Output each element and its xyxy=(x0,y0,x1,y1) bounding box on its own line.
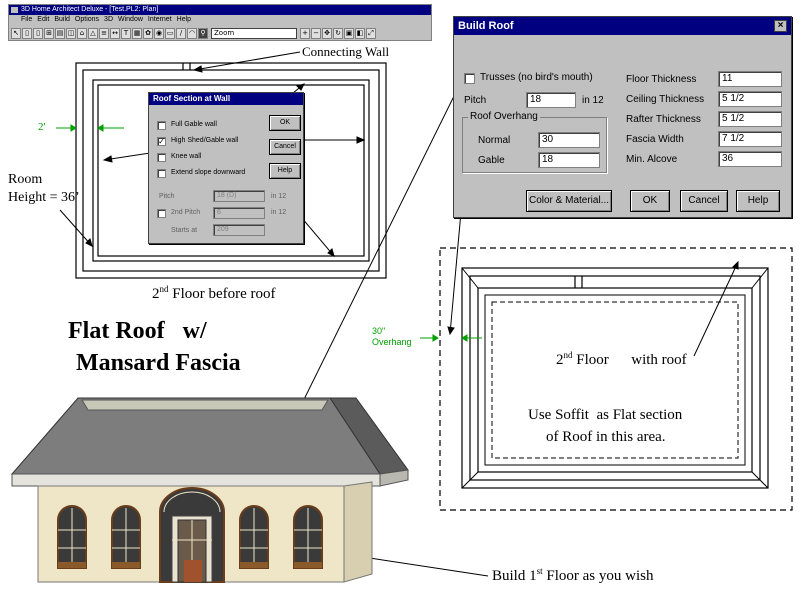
roof-section-dialog: Roof Section at Wall Full Gable wall ✓ H… xyxy=(148,92,304,244)
soffit-note-line2: of Roof in this area. xyxy=(546,429,666,445)
high-shed-label: High Shed/Gable wall xyxy=(171,137,239,144)
heading-flat-roof: Flat Roof w/ xyxy=(68,318,207,344)
roof-flat-top xyxy=(81,399,329,411)
extend-slope-label: Extend slope downward xyxy=(171,169,246,176)
ok-button[interactable]: OK xyxy=(269,115,301,131)
ok-button[interactable]: OK xyxy=(630,190,670,212)
second-pitch-unit: in 12 xyxy=(271,209,287,216)
floor-with-roof-text: Floor with roof xyxy=(572,352,687,368)
second-pitch-field[interactable]: 6 xyxy=(213,207,265,219)
build-first-floor-text: Floor as you wish xyxy=(542,568,654,584)
rafter-thickness-label: Rafter Thickness xyxy=(626,114,701,125)
knee-wall-label: Knee wall xyxy=(171,153,202,160)
pitch-label: Pitch xyxy=(159,193,175,200)
floor-before-roof-text: Floor before roof xyxy=(168,286,276,302)
connecting-wall-label: Connecting Wall xyxy=(302,44,390,59)
pitch-label: Pitch xyxy=(464,95,487,106)
extend-slope-checkbox[interactable] xyxy=(157,169,166,178)
starts-at-field[interactable]: 209 xyxy=(213,224,265,236)
min-alcove-field[interactable]: 36 xyxy=(718,151,782,167)
room-label: Room xyxy=(8,172,43,187)
min-alcove-label: Min. Alcove xyxy=(626,154,678,165)
heading-mansard-fascia: Mansard Fascia xyxy=(76,350,241,376)
soffit-note-line1: Use Soffit as Flat section xyxy=(528,407,683,423)
floor-with-roof-suffix-sup: nd xyxy=(563,350,573,360)
fascia-width-field[interactable]: 7 1/2 xyxy=(718,131,782,147)
build-roof-dialog-title: Build Roof xyxy=(454,17,791,35)
pitch-field[interactable]: 18 xyxy=(526,92,576,108)
full-gable-label: Full Gable wall xyxy=(171,121,217,128)
fascia-width-label: Fascia Width xyxy=(626,134,684,145)
gable-overhang-field[interactable]: 18 xyxy=(538,152,600,168)
floor-before-roof-suffix-sup: nd xyxy=(159,284,169,294)
pitch-unit: in 12 xyxy=(582,95,604,106)
pitch-field[interactable]: 18 (D) xyxy=(213,190,265,202)
house-3d xyxy=(10,397,409,583)
gable-label: Gable xyxy=(478,155,505,166)
floor-thickness-field[interactable]: 11 xyxy=(718,71,782,87)
room-height-label: Height = 36’ xyxy=(8,190,80,205)
full-gable-checkbox[interactable] xyxy=(157,121,166,130)
trusses-label: Trusses (no bird's mouth) xyxy=(480,72,593,83)
roof-overhang-label: Roof Overhang xyxy=(468,111,540,122)
cancel-button[interactable]: Cancel xyxy=(269,139,301,155)
floor-thickness-label: Floor Thickness xyxy=(626,74,697,85)
dimension-2ft-label: 2' xyxy=(38,121,46,133)
wall-side xyxy=(343,481,373,583)
build-roof-dialog: Build Roof × Trusses (no bird's mouth) P… xyxy=(453,16,792,218)
overhang-value-label: 30" xyxy=(372,326,386,336)
floor-before-roof-ordinal: 2 xyxy=(152,286,160,302)
ceiling-thickness-field[interactable]: 5 1/2 xyxy=(718,91,782,107)
roof-section-dialog-title: Roof Section at Wall xyxy=(149,93,303,105)
fascia-band xyxy=(11,473,381,487)
normal-overhang-field[interactable]: 30 xyxy=(538,132,600,148)
rafter-thickness-field[interactable]: 5 1/2 xyxy=(718,111,782,127)
cancel-button[interactable]: Cancel xyxy=(680,190,728,212)
floor-with-roof-ordinal: 2 xyxy=(556,352,564,368)
pitch-unit: in 12 xyxy=(271,193,287,200)
floor-with-roof-label: 2nd Floor with roof xyxy=(556,350,687,369)
second-pitch-label: 2nd Pitch xyxy=(171,209,201,216)
trusses-checkbox[interactable] xyxy=(464,73,475,84)
entry-door xyxy=(159,487,225,583)
build-first-floor-prefix: Build 1 xyxy=(492,568,537,584)
floor-before-roof-label: 2nd Floor before roof xyxy=(152,284,276,303)
build-first-floor-label: Build 1st Floor as you wish xyxy=(492,566,653,585)
overhang-label: Overhang xyxy=(372,337,412,347)
starts-at-label: Starts at xyxy=(171,227,198,234)
close-icon[interactable]: × xyxy=(774,20,787,32)
ceiling-thickness-label: Ceiling Thickness xyxy=(626,94,705,105)
knee-wall-checkbox[interactable] xyxy=(157,153,166,162)
help-button[interactable]: Help xyxy=(269,163,301,179)
second-pitch-checkbox[interactable] xyxy=(157,209,166,218)
normal-label: Normal xyxy=(478,135,511,146)
plan-with-roof xyxy=(439,247,793,511)
high-shed-checkbox[interactable]: ✓ xyxy=(157,137,166,146)
help-button[interactable]: Help xyxy=(736,190,780,212)
color-material-button[interactable]: Color & Material... xyxy=(526,190,612,212)
